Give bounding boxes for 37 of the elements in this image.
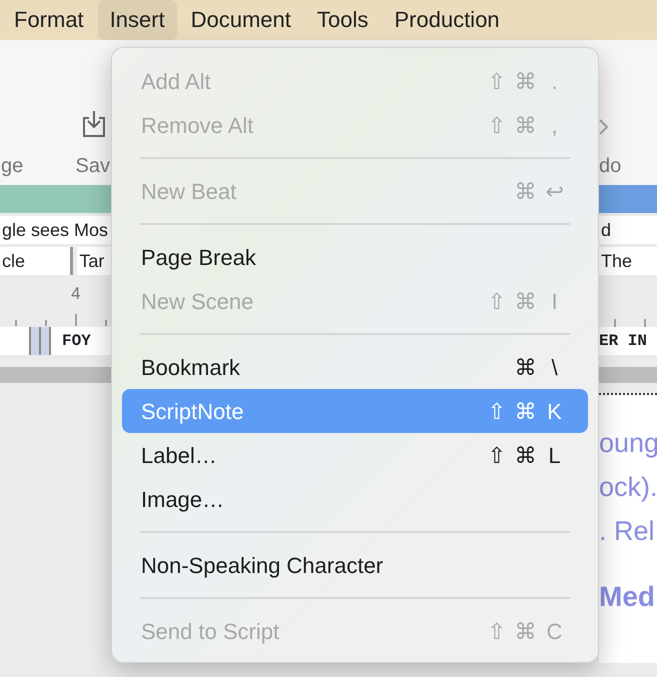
document-text: . Rel: [599, 515, 656, 548]
menu-bar-item[interactable]: Tools: [305, 0, 380, 40]
shortcut-text: ⇧ ⌘ .: [486, 68, 559, 96]
shortcut-text: ⇧ ⌘ C: [486, 618, 564, 646]
shortcut-text: ⇧ ⌘ K: [486, 398, 563, 426]
document-text: ock).: [599, 471, 657, 504]
menu-bar-item[interactable]: Insert: [98, 0, 177, 40]
table-cell: d: [599, 216, 657, 244]
scroll-bar: [599, 367, 657, 383]
table-cell: gle sees Mos: [0, 216, 111, 244]
menu-bar-item[interactable]: Production: [382, 0, 512, 40]
menu-item[interactable]: Page Break: [122, 235, 588, 279]
download-icon[interactable]: [81, 109, 107, 139]
shortcut-text: ⇧ ⌘ ,: [486, 112, 559, 140]
table-cell: The: [599, 247, 657, 275]
menu-bar-item[interactable]: Format: [2, 0, 96, 40]
menu-item[interactable]: Bookmark ⌘ \: [122, 345, 588, 389]
shortcut-text: ⌘ ↩: [514, 178, 564, 206]
menu-item[interactable]: Label… ⇧ ⌘ L: [122, 433, 588, 477]
menu-item[interactable]: Non-Speaking Character: [122, 543, 588, 587]
ruler-number: 4: [71, 283, 80, 305]
menu-item[interactable]: Image…: [122, 477, 588, 521]
shortcut-text: ⇧ ⌘ L: [486, 442, 562, 470]
document-text: oung: [599, 427, 657, 460]
script-text: ER IN: [599, 331, 648, 352]
color-bar: [599, 185, 657, 213]
table-cell: Tar: [77, 247, 111, 275]
margin-marker: [29, 327, 53, 355]
toolbar-label[interactable]: ge: [1, 151, 24, 181]
toolbar-label[interactable]: do: [599, 151, 657, 181]
menu-bar-item[interactable]: Document: [178, 0, 303, 40]
script-text: FOY: [62, 331, 91, 352]
shortcut-text: ⌘ \: [514, 354, 559, 382]
document-heading: Med: [599, 580, 656, 614]
shortcut-text: ⇧ ⌘ I: [486, 288, 559, 316]
toolbar-label[interactable]: Sav: [76, 151, 110, 181]
table-cell: cle: [0, 247, 74, 275]
